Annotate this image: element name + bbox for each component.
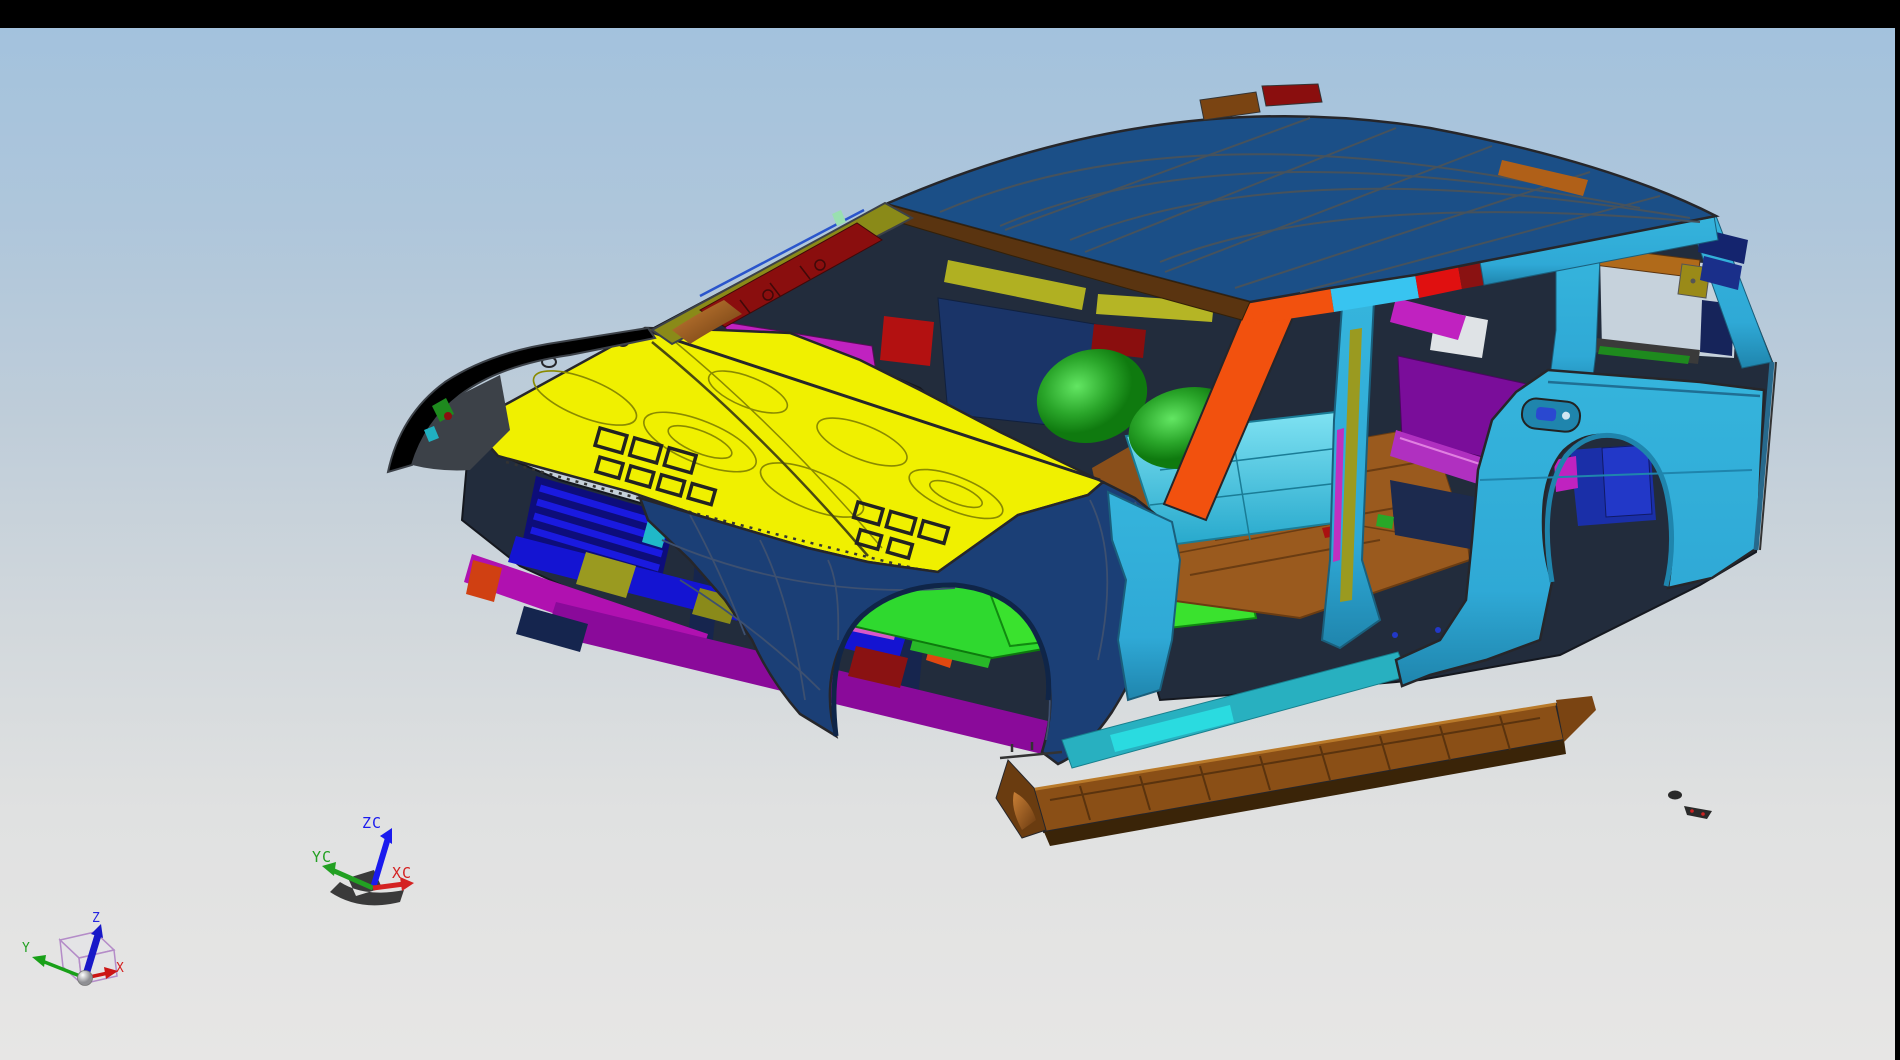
wcs-triad[interactable]: ZC YC XC [312, 814, 414, 905]
absolute-triad: Z Y X [22, 911, 125, 986]
wcs-z-axis[interactable] [373, 838, 388, 888]
model-svg: ZC YC XC Z Y X [0, 0, 1900, 1060]
debris-red-2 [1701, 812, 1705, 816]
loose-parts[interactable] [1668, 791, 1712, 820]
car-body-model[interactable] [388, 84, 1776, 846]
abs-z-label: Z [92, 911, 101, 926]
mint-clip-2 [832, 210, 846, 226]
abs-y-arrowhead [32, 955, 46, 967]
side-dot-2 [1435, 627, 1441, 633]
side-dot-1 [1392, 632, 1398, 638]
application-window: ZC YC XC Z Y X [0, 0, 1900, 1060]
debris-bracket[interactable] [1684, 806, 1712, 819]
debris-dot[interactable] [1668, 791, 1682, 800]
wcs-x-label: XC [392, 864, 412, 882]
door-handle-recess[interactable] [1521, 397, 1582, 433]
origin-sphere [78, 971, 93, 986]
arch-filler-blue[interactable] [1602, 445, 1652, 517]
heater-red-box[interactable] [880, 316, 934, 366]
card-hole [1691, 279, 1696, 284]
wcs-y-label: YC [312, 848, 332, 866]
abs-x-label: X [116, 961, 125, 976]
far-rail-red-patch [1262, 84, 1322, 106]
wing-red-dot [444, 412, 452, 420]
wcs-z-label: ZC [362, 814, 382, 832]
abs-y-label: Y [22, 941, 31, 956]
debris-red-1 [1690, 809, 1694, 813]
